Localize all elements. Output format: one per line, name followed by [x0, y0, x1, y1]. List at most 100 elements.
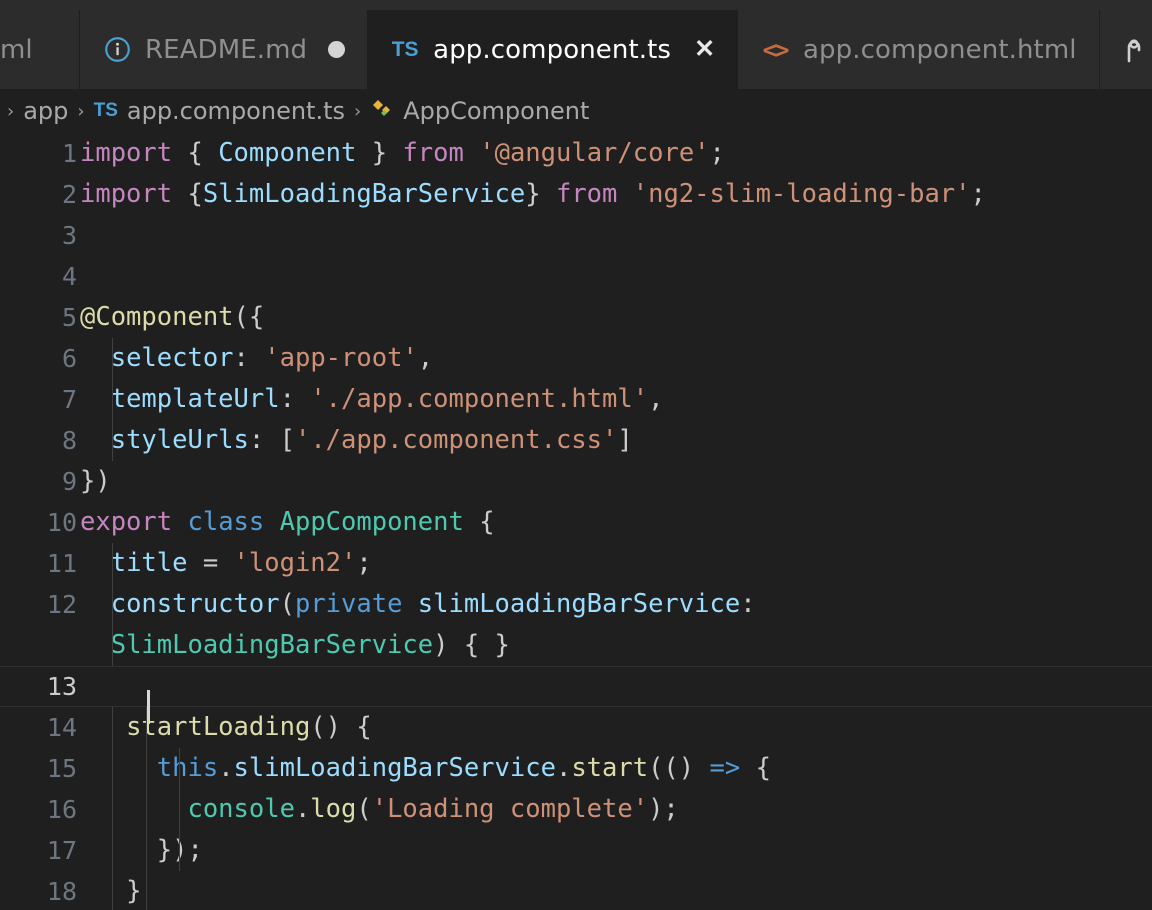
line-number: 7 [0, 379, 80, 420]
code-token: 'login2' [233, 548, 357, 578]
code-token: import [80, 179, 173, 209]
indent-guide [146, 830, 147, 871]
close-icon[interactable]: ✕ [694, 37, 715, 62]
code-line[interactable]: 1 import { Component } from '@angular/cor… [0, 133, 1152, 174]
code-line-content: styleUrls: ['./app.component.css'] [80, 420, 1152, 461]
line-number: 4 [0, 256, 80, 297]
code-lines[interactable]: 1 import { Component } from '@angular/cor… [0, 133, 1152, 910]
title-bar-strip [0, 0, 1152, 10]
class-symbol-icon [370, 98, 394, 124]
code-token: SlimLoadingBarService [110, 630, 434, 660]
indent-guide [112, 338, 113, 379]
code-line[interactable]: 12 constructor(private slimLoadingBarSer… [0, 584, 1152, 625]
code-token: start [571, 753, 649, 783]
indent-guide [146, 871, 147, 910]
code-token: { [740, 753, 771, 783]
code-line-current[interactable]: 13 [0, 666, 1152, 724]
line-number: 13 [0, 666, 80, 707]
code-token: . [294, 794, 311, 824]
editor-tab-app-component-ts[interactable]: TS app.component.ts ✕ [368, 10, 739, 89]
code-line-content: templateUrl: './app.component.html', [80, 379, 1152, 420]
code-line[interactable]: 14 startLoading() { [0, 707, 1152, 748]
code-line[interactable]: 4 [0, 256, 1152, 297]
code-token: { [187, 138, 219, 168]
code-line[interactable]: 8 styleUrls: ['./app.component.css'] [0, 420, 1152, 461]
line-number-text: 12 [46, 590, 77, 619]
code-token: ); [648, 794, 679, 824]
code-line[interactable]: 10 export class AppComponent { [0, 502, 1152, 543]
code-token: ] [617, 425, 633, 455]
code-token: 'ng2-slim-loading-bar' [632, 179, 971, 209]
code-line[interactable]: 15 this.slimLoadingBarService.start(() =… [0, 748, 1152, 789]
breadcrumb-symbol-label: AppComponent [403, 97, 590, 125]
indent-guide [112, 625, 113, 666]
line-number: 5 [0, 297, 80, 338]
code-line-content: } [80, 871, 1152, 910]
breadcrumb-item-folder[interactable]: app [19, 97, 72, 125]
line-number-text: 8 [61, 426, 77, 455]
code-token: : [233, 343, 265, 373]
code-token: : [279, 384, 311, 414]
code-token: './app.component.html' [310, 384, 649, 414]
code-line[interactable]: 16 console.log('Loading complete'); [0, 789, 1152, 830]
code-token: (() [648, 753, 710, 783]
line-number-text: 10 [46, 508, 77, 537]
code-token: 'app-root' [264, 343, 418, 373]
breadcrumb-item-symbol[interactable]: AppComponent [366, 97, 593, 125]
code-line-content: import { Component } from '@angular/core… [80, 133, 1152, 174]
line-number: 9 [0, 461, 80, 502]
code-token: class [187, 507, 265, 537]
indent-guide [112, 543, 113, 584]
code-token: : [740, 589, 756, 619]
indent-guide [112, 707, 113, 748]
line-number-text: 14 [46, 713, 77, 742]
line-number-text: 3 [61, 221, 77, 250]
line-number: 10 [0, 502, 80, 543]
code-line[interactable]: 2 import {SlimLoadingBarService} from 'ng… [0, 174, 1152, 215]
code-token: } [356, 138, 388, 168]
editor-tab-ml[interactable]: ml [0, 10, 80, 89]
editor-tab-readme-md[interactable]: README.md [80, 10, 369, 89]
code-line[interactable]: 9}) [0, 461, 1152, 502]
indent-guide [179, 830, 180, 871]
line-number-text: 11 [46, 549, 77, 578]
code-token: ; [970, 179, 986, 209]
code-token: ; [709, 138, 725, 168]
code-token: Component [218, 138, 357, 168]
code-line[interactable]: 3 [0, 215, 1152, 256]
code-token: . [218, 753, 234, 783]
code-line[interactable]: SlimLoadingBarService) { } [0, 625, 1152, 666]
code-editor[interactable]: 1 import { Component } from '@angular/cor… [0, 133, 1152, 910]
editor-tab-label: app.component.html [803, 34, 1077, 65]
line-number-text: 13 [46, 672, 77, 701]
code-token: templateUrl [110, 384, 280, 414]
indent-guide [112, 420, 113, 461]
code-line[interactable]: 5 @Component({ [0, 297, 1152, 338]
line-number: 1 [0, 133, 80, 174]
split-editor-icon[interactable] [1120, 10, 1152, 89]
code-line[interactable]: 18 } [0, 871, 1152, 910]
code-line[interactable]: 11 title = 'login2'; [0, 543, 1152, 584]
line-number-text: 17 [46, 836, 77, 865]
breadcrumb-item-file[interactable]: TS app.component.ts [90, 97, 349, 125]
indent-guide [146, 748, 147, 789]
line-number-text: 7 [61, 385, 77, 414]
code-line[interactable]: 6 selector: 'app-root', [0, 338, 1152, 379]
unsaved-changes-dot-icon[interactable] [328, 41, 346, 58]
line-number: 18 [0, 871, 80, 910]
editor-tab-app-component-html[interactable]: <> app.component.html [738, 10, 1100, 89]
code-token: './app.component.css' [294, 425, 618, 455]
indent-guide [112, 871, 113, 910]
chevron-right-icon: › [354, 100, 362, 122]
code-token: }) [80, 466, 111, 496]
code-line[interactable]: 17 }); [0, 830, 1152, 871]
code-line[interactable]: 7 templateUrl: './app.component.html', [0, 379, 1152, 420]
